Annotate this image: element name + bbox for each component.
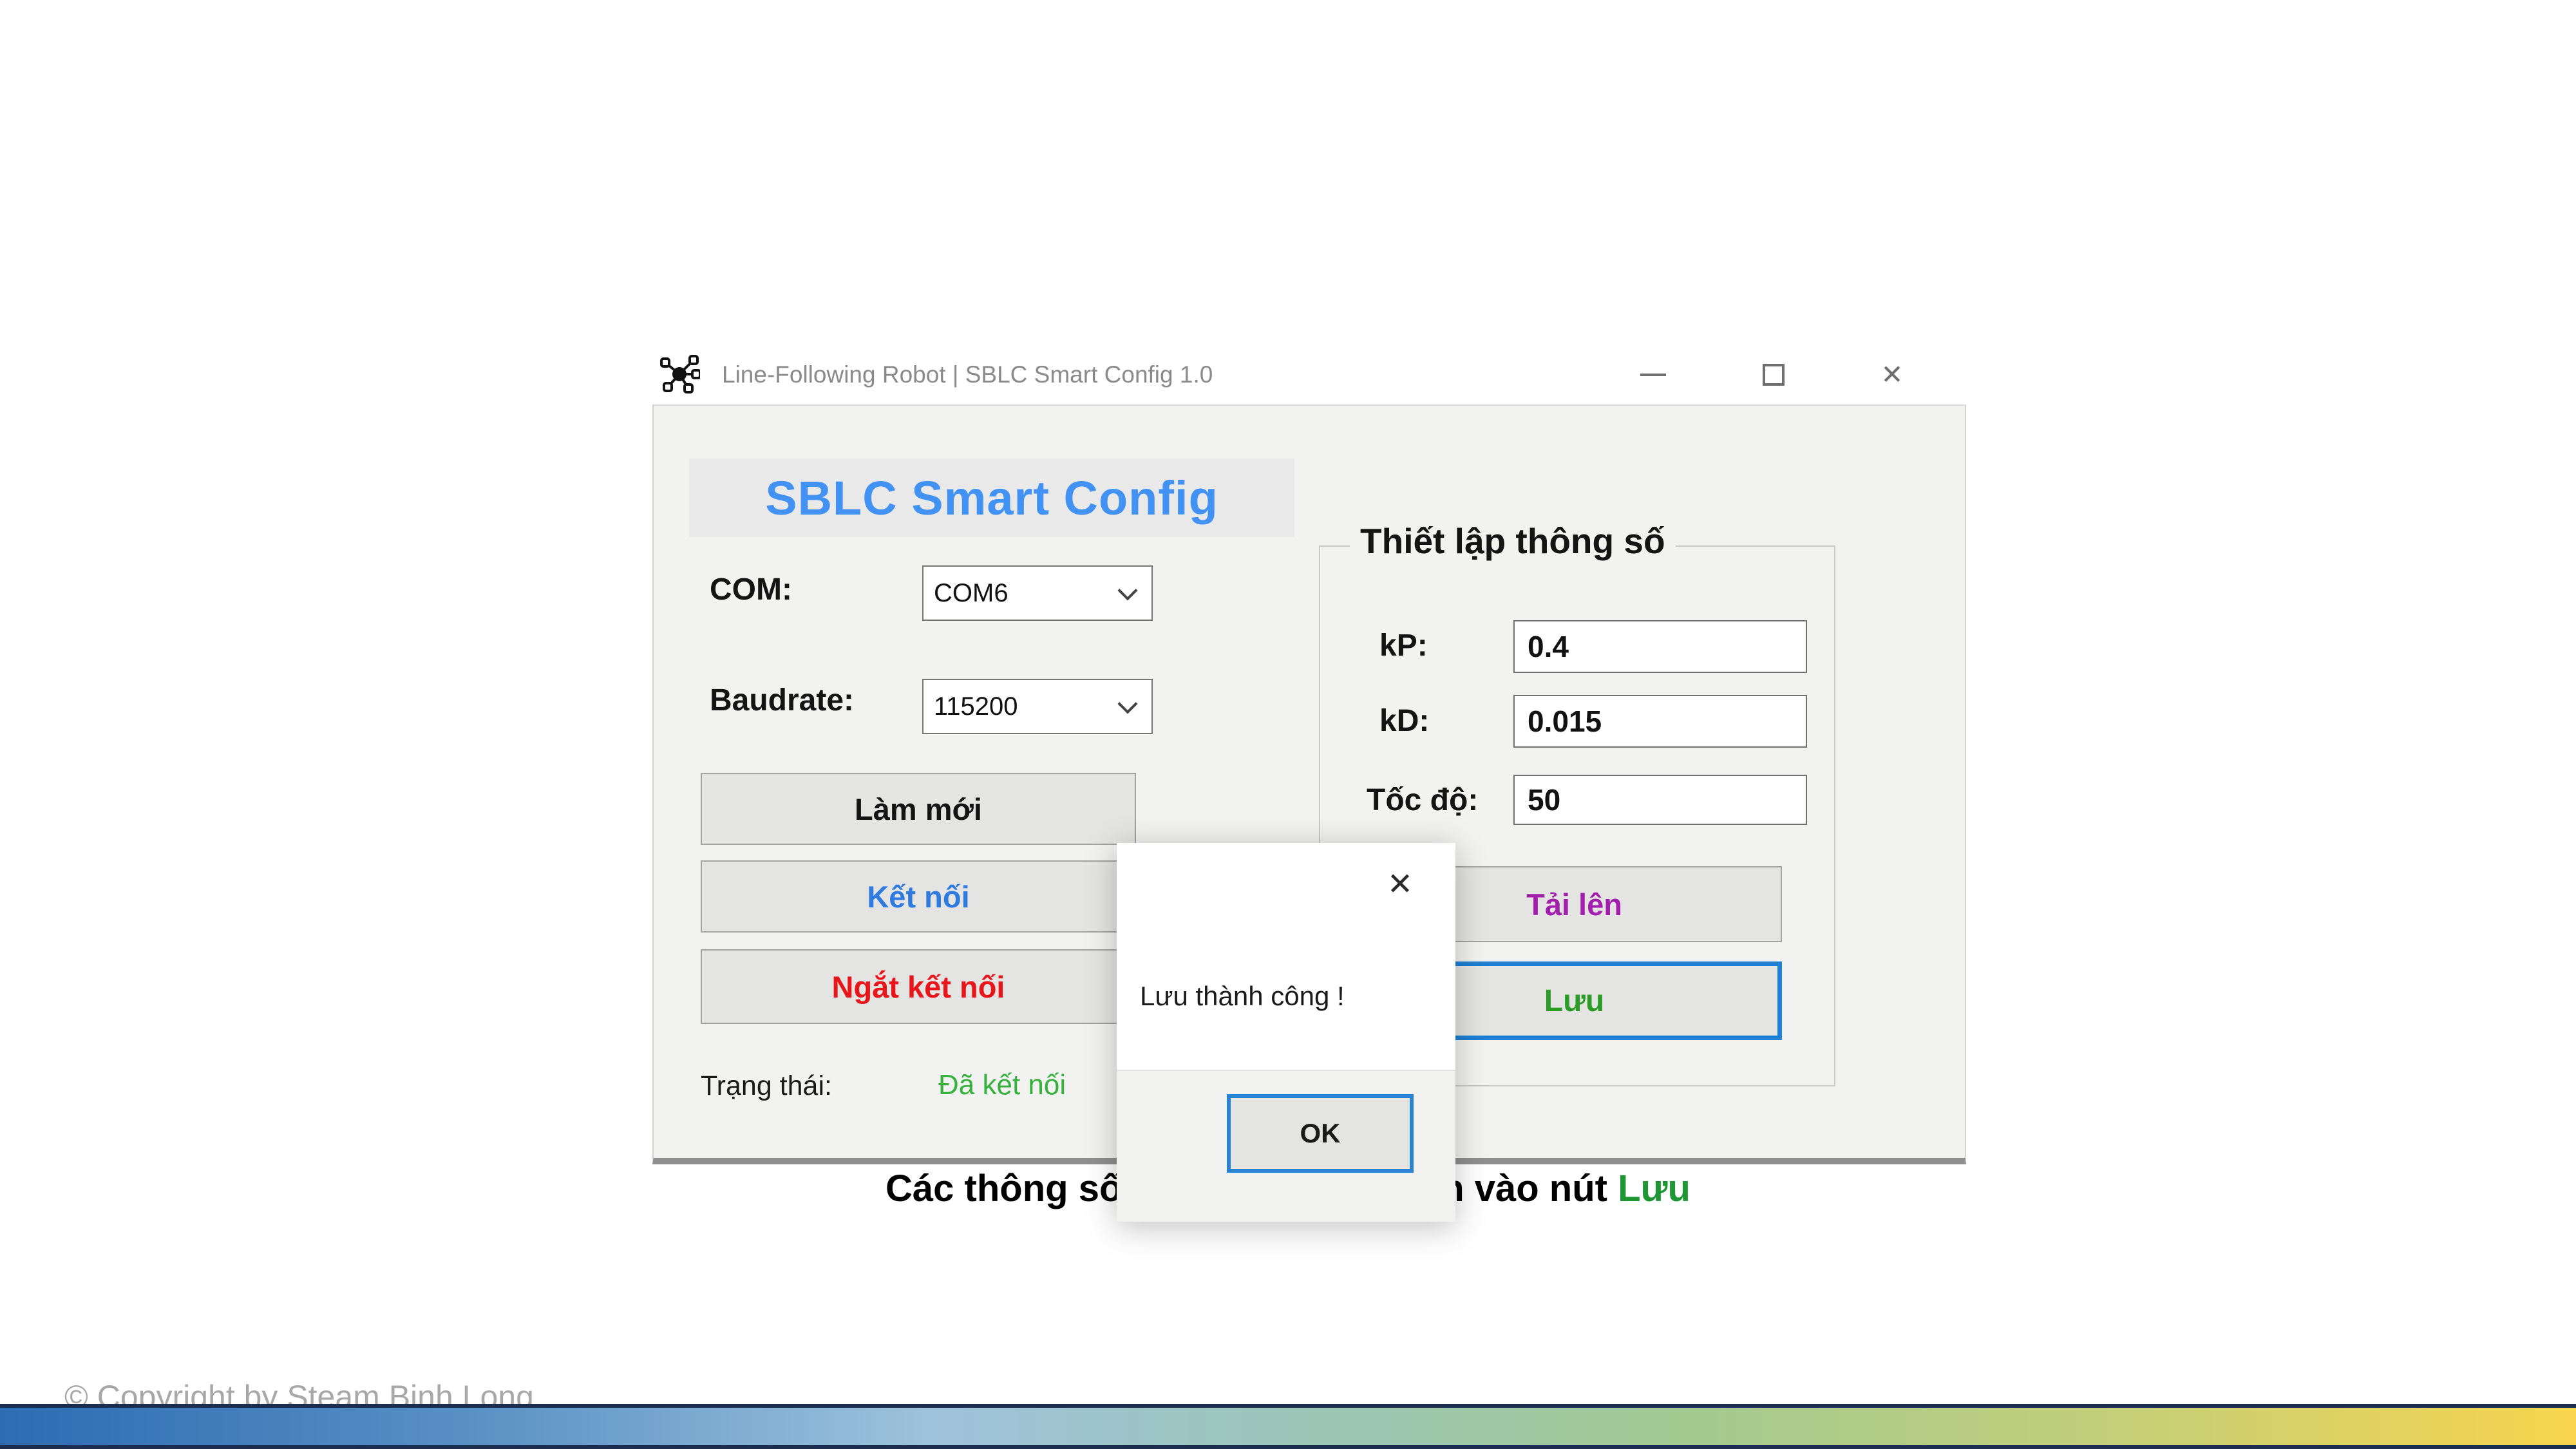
dialog-footer: OK bbox=[1117, 1070, 1455, 1222]
close-icon: ✕ bbox=[1387, 866, 1413, 902]
kd-input[interactable]: 0.015 bbox=[1513, 695, 1807, 748]
baudrate-label: Baudrate: bbox=[710, 683, 854, 718]
kd-value: 0.015 bbox=[1515, 704, 1602, 739]
status-label: Trạng thái: bbox=[701, 1070, 832, 1102]
save-button-label: Lưu bbox=[1544, 983, 1604, 1019]
maximize-button[interactable] bbox=[1744, 345, 1803, 404]
chevron-down-icon bbox=[1117, 694, 1137, 714]
minimize-icon bbox=[1640, 374, 1666, 376]
kp-input[interactable]: 0.4 bbox=[1513, 620, 1807, 673]
com-port-value: COM6 bbox=[923, 579, 1009, 608]
page: Line-Following Robot | SBLC Smart Config… bbox=[0, 0, 2576, 1449]
close-button[interactable]: ✕ bbox=[1862, 345, 1922, 404]
app-banner: SBLC Smart Config bbox=[689, 459, 1294, 537]
minimize-button[interactable] bbox=[1624, 345, 1683, 404]
upload-button-label: Tải lên bbox=[1526, 887, 1622, 922]
kd-label: kD: bbox=[1379, 703, 1429, 739]
save-success-dialog: ✕ Lưu thành công ! OK bbox=[1117, 843, 1455, 1222]
connect-button[interactable]: Kết nối bbox=[701, 860, 1136, 933]
com-label: COM: bbox=[710, 572, 792, 607]
chevron-down-icon bbox=[1117, 580, 1137, 600]
speed-value: 50 bbox=[1515, 782, 1560, 817]
kp-value: 0.4 bbox=[1515, 629, 1569, 664]
connect-button-label: Kết nối bbox=[867, 879, 969, 914]
titlebar: Line-Following Robot | SBLC Smart Config… bbox=[652, 345, 1966, 404]
speed-label: Tốc độ: bbox=[1367, 782, 1478, 818]
baudrate-value: 115200 bbox=[923, 692, 1018, 721]
disconnect-button[interactable]: Ngắt kết nối bbox=[701, 949, 1136, 1024]
status-value: Đã kết nối bbox=[938, 1069, 1066, 1101]
app-window: Line-Following Robot | SBLC Smart Config… bbox=[652, 345, 1966, 1164]
footer-gradient-bar bbox=[0, 1404, 2576, 1449]
speed-input[interactable]: 50 bbox=[1513, 775, 1807, 825]
app-banner-text: SBLC Smart Config bbox=[765, 471, 1218, 526]
window-title: Line-Following Robot | SBLC Smart Config… bbox=[722, 345, 1213, 404]
caption-highlight: Lưu bbox=[1618, 1168, 1690, 1209]
parameters-group-title: Thiết lập thông số bbox=[1350, 520, 1676, 562]
baudrate-select[interactable]: 115200 bbox=[922, 679, 1153, 734]
app-molecule-icon bbox=[659, 354, 700, 395]
ok-button[interactable]: OK bbox=[1227, 1094, 1414, 1173]
refresh-button-label: Làm mới bbox=[855, 791, 982, 827]
disconnect-button-label: Ngắt kết nối bbox=[832, 969, 1005, 1005]
dialog-close-button[interactable]: ✕ bbox=[1374, 858, 1426, 910]
com-port-select[interactable]: COM6 bbox=[922, 565, 1153, 621]
window-body: SBLC Smart Config COM: COM6 Baudrate: 11… bbox=[652, 404, 1966, 1164]
close-icon: ✕ bbox=[1880, 359, 1903, 390]
refresh-button[interactable]: Làm mới bbox=[701, 773, 1136, 845]
ok-button-label: OK bbox=[1300, 1118, 1341, 1149]
maximize-icon bbox=[1763, 364, 1785, 386]
dialog-message: Lưu thành công ! bbox=[1140, 981, 1345, 1012]
kp-label: kP: bbox=[1379, 628, 1428, 663]
